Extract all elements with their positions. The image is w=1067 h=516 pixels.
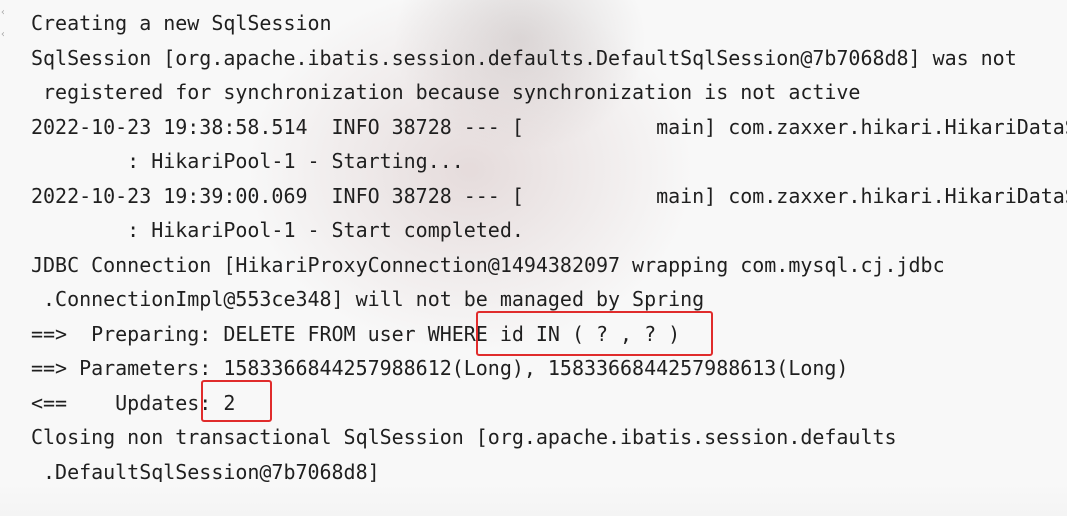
console-line: .ConnectionImpl@553ce348] will not be ma… <box>31 287 705 311</box>
console-line: .DefaultSqlSession@7b7068d8] <box>31 460 380 484</box>
console-bottom-area <box>0 482 1067 516</box>
gutter-marker: ‹ <box>0 7 7 18</box>
console-line: registered for synchronization because s… <box>31 80 861 104</box>
console-line: Creating a new SqlSession <box>31 11 332 35</box>
console-line: 2022-10-23 19:38:58.514 INFO 38728 --- [… <box>31 115 1067 139</box>
console-line: SqlSession [org.apache.ibatis.session.de… <box>31 46 1017 70</box>
console-line: : HikariPool-1 - Start completed. <box>31 218 524 242</box>
highlight-box-where-clause <box>476 311 713 356</box>
console-line: : HikariPool-1 - Starting... <box>31 149 464 173</box>
highlight-box-updates-count <box>201 380 272 422</box>
console-output[interactable]: ‹ ‹ Creating a new SqlSession SqlSession… <box>0 0 1067 516</box>
gutter-marker: ‹ <box>0 29 7 40</box>
console-line: 2022-10-23 19:39:00.069 INFO 38728 --- [… <box>31 184 1067 208</box>
console-line: JDBC Connection [HikariProxyConnection@1… <box>31 253 945 277</box>
console-line: Closing non transactional SqlSession [or… <box>31 425 897 449</box>
console-line: ==> Parameters: 1583366844257988612(Long… <box>31 356 849 380</box>
